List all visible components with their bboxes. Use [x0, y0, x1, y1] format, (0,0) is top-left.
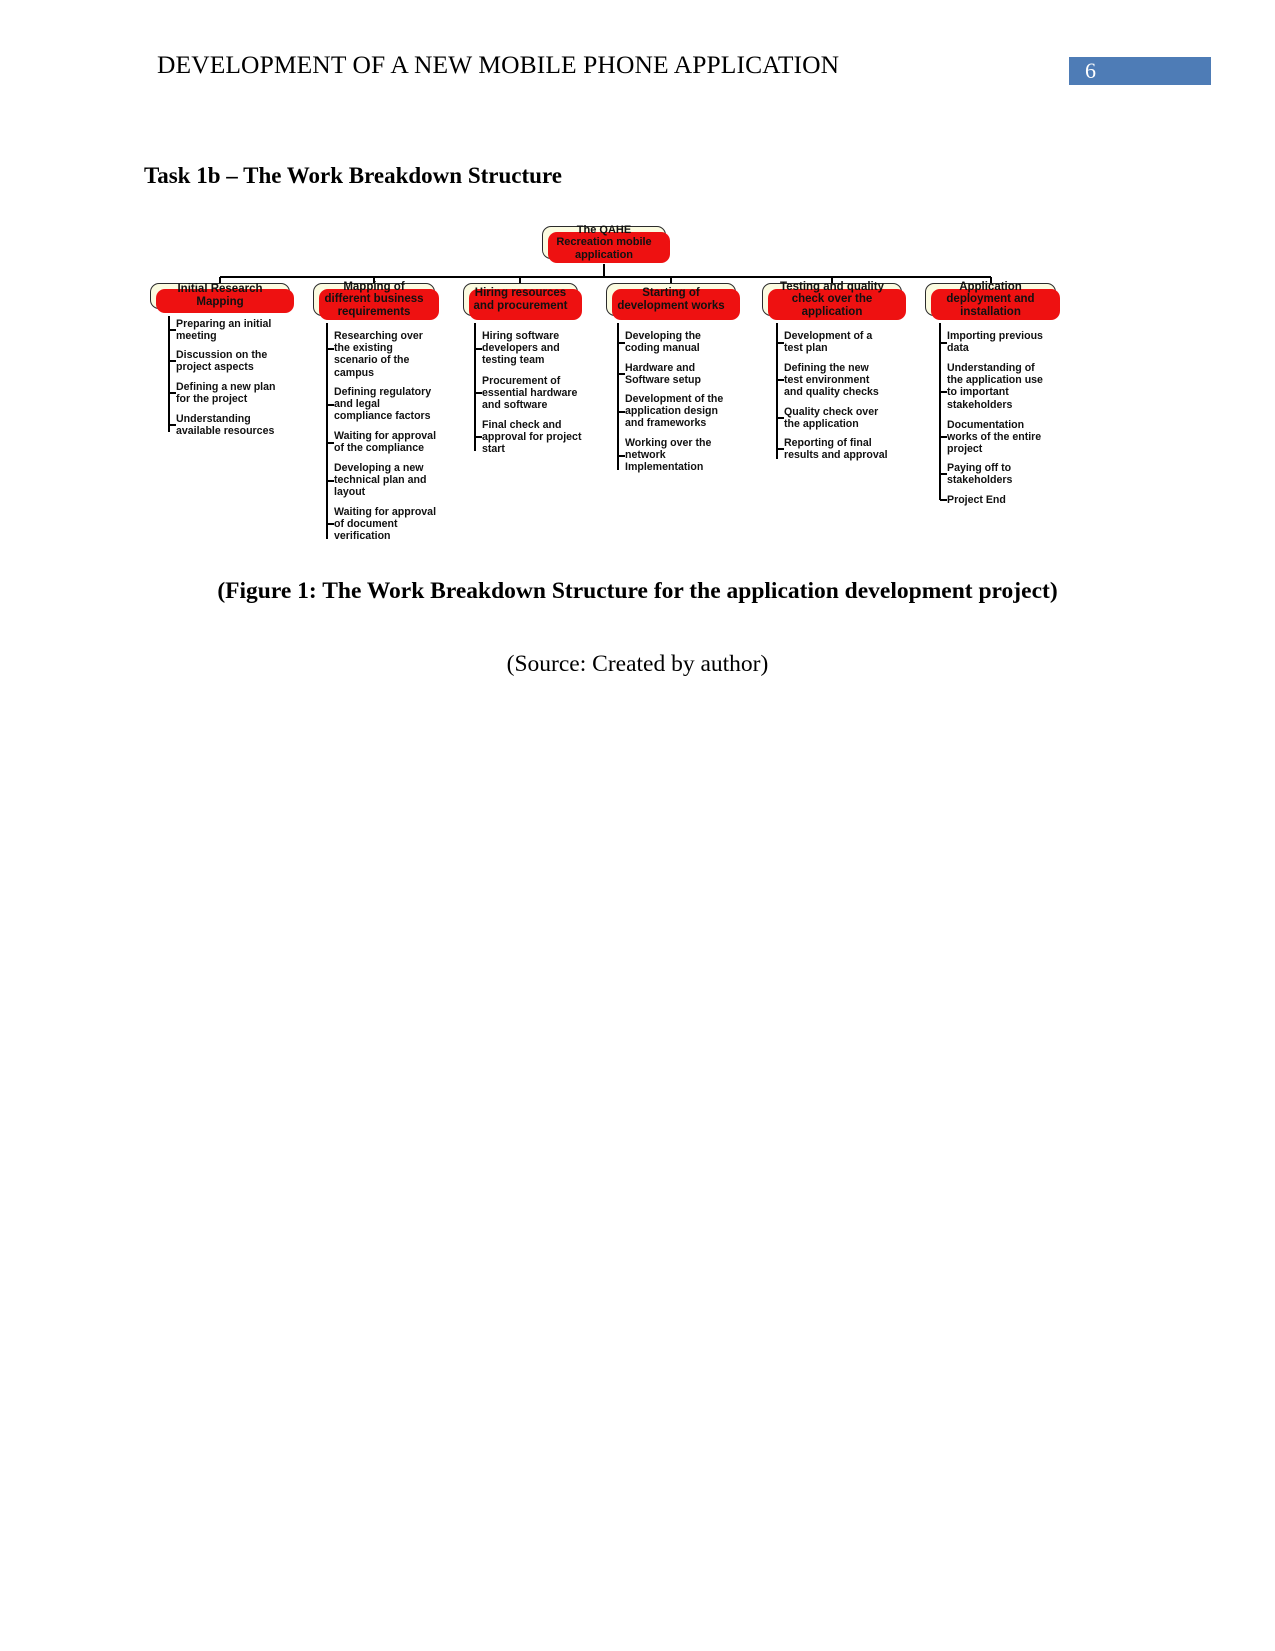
figure-caption: (Figure 1: The Work Breakdown Structure …	[217, 578, 1058, 604]
wbs-task-label: Hiring software developers and testing t…	[482, 330, 560, 367]
wbs-task-label: Developing the coding manual	[625, 330, 701, 355]
wbs-task-label: Importing previous data	[947, 330, 1043, 355]
wbs-task-label: Developing a new technical plan and layo…	[334, 462, 427, 499]
wbs-task-label: Discussion on the project aspects	[176, 349, 268, 374]
wbs-task-label: Development of a test plan	[784, 330, 873, 355]
wbs-task-label: Defining regulatory and legal compliance…	[334, 386, 432, 423]
wbs-task-label: Reporting of final results and approval	[784, 437, 888, 462]
wbs-task-label: Development of the application design an…	[625, 393, 724, 430]
wbs-task-label: Preparing an initial meeting	[176, 318, 272, 343]
wbs-task-label: Defining a new plan for the project	[176, 381, 276, 406]
wbs-task-label: Documentation works of the entire projec…	[947, 419, 1042, 456]
wbs-branch-node-application-deployment-installation: Application deployment and installation	[925, 281, 1060, 320]
wbs-task-label: Working over the network Implementation	[625, 437, 712, 474]
wbs-branch-node-starting-development-works: Starting of development works	[606, 283, 740, 320]
wbs-branch-node-initial-research-mapping: Initial Research Mapping	[150, 283, 294, 313]
wbs-task-label: Waiting for approval of the compliance	[334, 430, 437, 455]
wbs-branch-node-mapping-business-requirements: Mapping of different business requiremen…	[313, 281, 439, 320]
wbs-branch-node-testing-quality-check: Testing and quality check over the appli…	[762, 281, 906, 320]
wbs-task-label: Defining the new test environment and qu…	[784, 362, 879, 399]
wbs-task-label: Quality check over the application	[784, 406, 879, 431]
wbs-task-label: Procurement of essential hardware and so…	[482, 375, 578, 412]
wbs-branch-node-hiring-resources-procurement: Hiring resources and procurement	[463, 283, 582, 320]
wbs-task-label: Waiting for approval of document verific…	[334, 506, 437, 543]
wbs-task-label: Paying off to stakeholders	[947, 462, 1013, 487]
figure-source: (Source: Created by author)	[506, 651, 769, 677]
wbs-task-label: Understanding available resources	[176, 413, 275, 438]
wbs-task-label: Understanding of the application use to …	[947, 362, 1043, 411]
wbs-task-label: Project End	[947, 494, 1006, 506]
wbs-diagram: The QAHE Recreation mobile application I…	[0, 0, 1275, 1651]
wbs-task-label: Hardware and Software setup	[625, 362, 701, 387]
wbs-task-label: Final check and approval for project sta…	[482, 419, 582, 456]
wbs-root-node: The QAHE Recreation mobile application	[542, 224, 670, 263]
wbs-task-label: Researching over the existing scenario o…	[334, 330, 423, 379]
